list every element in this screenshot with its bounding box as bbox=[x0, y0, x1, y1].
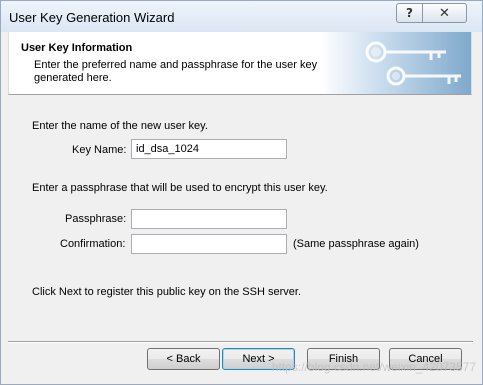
close-icon: ✕ bbox=[439, 5, 450, 21]
watermark-text: https://blog.csdn.net/weixin_42073577 bbox=[271, 360, 476, 374]
wizard-header: User Key Information Enter the preferred… bbox=[8, 32, 472, 95]
confirmation-input[interactable] bbox=[131, 234, 287, 254]
wizard-window: User Key Generation Wizard ? ✕ User Key … bbox=[0, 0, 483, 385]
header-title: User Key Information bbox=[21, 42, 133, 54]
keys-banner-image bbox=[321, 32, 471, 94]
passphrase-prompt: Enter a passphrase that will be used to … bbox=[32, 182, 328, 194]
key-name-label: Key Name: bbox=[72, 144, 127, 156]
button-separator bbox=[8, 341, 473, 343]
confirmation-hint: (Same passphrase again) bbox=[293, 238, 419, 250]
key-name-input[interactable] bbox=[131, 139, 287, 159]
close-button[interactable]: ✕ bbox=[422, 3, 467, 23]
header-description: Enter the preferred name and passphrase … bbox=[34, 59, 318, 84]
passphrase-label: Passphrase: bbox=[65, 213, 127, 225]
wizard-body: Enter the name of the new user key. Key … bbox=[8, 96, 472, 336]
help-button[interactable]: ? bbox=[396, 3, 423, 23]
back-button[interactable]: < Back bbox=[147, 348, 220, 370]
confirmation-label: Confirmation: bbox=[60, 238, 126, 250]
register-note: Click Next to register this public key o… bbox=[32, 286, 301, 298]
keys-icon bbox=[365, 41, 461, 86]
title-bar: User Key Generation Wizard ? ✕ bbox=[1, 1, 482, 32]
passphrase-input[interactable] bbox=[131, 209, 287, 229]
window-title: User Key Generation Wizard bbox=[9, 10, 175, 25]
help-icon: ? bbox=[406, 6, 413, 20]
key-name-prompt: Enter the name of the new user key. bbox=[32, 120, 208, 132]
